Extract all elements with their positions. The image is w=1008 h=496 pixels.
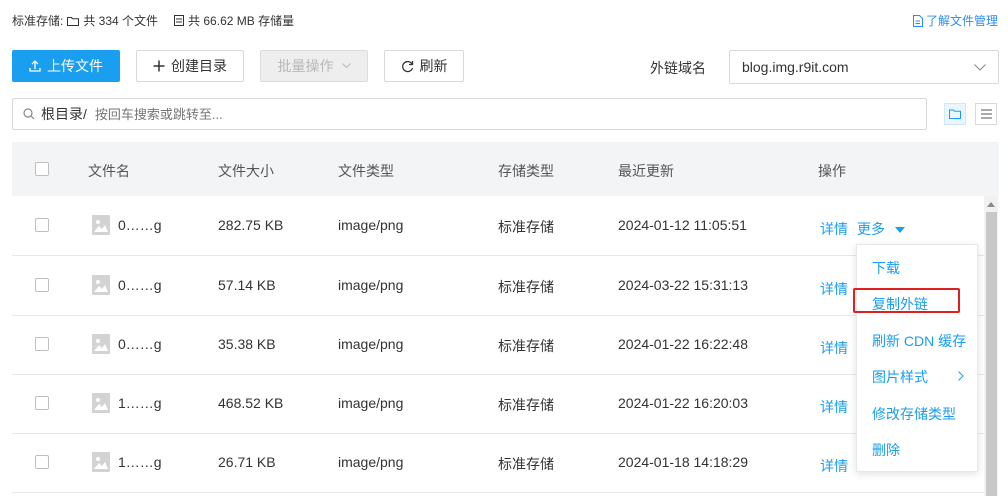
file-count: 共 334 个文件 xyxy=(83,14,159,28)
file-type: image/png xyxy=(338,277,404,293)
detail-link[interactable]: 详情 xyxy=(820,338,848,358)
header-updated: 最近更新 xyxy=(618,163,674,179)
row-checkbox[interactable] xyxy=(35,455,49,469)
upload-button[interactable]: 上传文件 xyxy=(12,50,120,82)
table-header: 文件名 文件大小 文件类型 存储类型 最近更新 操作 xyxy=(12,142,999,196)
file-size: 57.14 KB xyxy=(218,277,276,293)
upload-icon xyxy=(29,60,41,72)
storage-type: 标准存储 xyxy=(498,219,554,235)
file-name[interactable]: 0……g xyxy=(118,277,162,293)
refresh-button[interactable]: 刷新 xyxy=(384,50,464,82)
row-checkbox[interactable] xyxy=(35,218,49,232)
detail-link[interactable]: 详情 xyxy=(820,456,848,476)
search-icon xyxy=(23,108,35,120)
file-name[interactable]: 0……g xyxy=(118,336,162,352)
table-row: 1……g 26.71 KB image/png 标准存储 2024-01-18 … xyxy=(12,433,984,493)
detail-link[interactable]: 详情 xyxy=(820,219,848,239)
storage-type: 标准存储 xyxy=(498,397,554,413)
domain-label: 外链域名 xyxy=(650,60,706,76)
chevron-right-icon xyxy=(958,371,964,381)
image-file-icon xyxy=(92,452,110,472)
menu-item-download[interactable]: 下载 xyxy=(872,258,900,278)
chevron-down-icon xyxy=(974,63,986,71)
storage-type: 标准存储 xyxy=(498,338,554,354)
caret-down-icon xyxy=(894,227,905,233)
plus-icon xyxy=(153,60,165,72)
header-storage: 存储类型 xyxy=(498,163,554,179)
row-checkbox[interactable] xyxy=(35,337,49,351)
row-checkbox[interactable] xyxy=(35,396,49,410)
scroll-up-arrow-icon[interactable] xyxy=(987,201,995,207)
folder-icon xyxy=(949,109,961,119)
more-actions-menu: 下载 复制外链 刷新 CDN 缓存 图片样式 修改存储类型 删除 xyxy=(856,244,978,472)
help-link-label[interactable]: 了解文件管理 xyxy=(926,12,998,29)
file-type: image/png xyxy=(338,217,404,233)
refresh-label: 刷新 xyxy=(419,58,448,74)
storage-size: 共 66.62 MB 存储量 xyxy=(188,14,295,28)
image-file-icon xyxy=(92,334,110,354)
storage-summary: 标准存储: 共 334 个文件 共 66.62 MB 存储量 xyxy=(12,12,294,29)
table-row: 0……g 35.38 KB image/png 标准存储 2024-01-22 … xyxy=(12,315,984,375)
storage-icon xyxy=(174,15,185,26)
file-type: image/png xyxy=(338,395,404,411)
file-name[interactable]: 1……g xyxy=(118,454,162,470)
domain-select[interactable]: blog.img.r9it.com xyxy=(729,50,999,84)
row-checkbox[interactable] xyxy=(35,278,49,292)
path-search-bar[interactable]: 根目录/ xyxy=(12,98,927,130)
list-view-button[interactable] xyxy=(975,103,997,125)
file-name[interactable]: 1……g xyxy=(118,395,162,411)
updated-time: 2024-01-18 14:18:29 xyxy=(618,454,748,470)
image-file-icon xyxy=(92,275,110,295)
more-link[interactable]: 更多 xyxy=(857,219,905,239)
header-type: 文件类型 xyxy=(338,163,394,179)
file-name[interactable]: 0……g xyxy=(118,217,162,233)
updated-time: 2024-03-22 15:31:13 xyxy=(618,277,748,293)
table-row: 0……g 57.14 KB image/png 标准存储 2024-03-22 … xyxy=(12,256,984,316)
updated-time: 2024-01-22 16:20:03 xyxy=(618,395,748,411)
create-directory-button[interactable]: 创建目录 xyxy=(136,50,244,82)
folder-icon xyxy=(67,16,80,26)
upload-label: 上传文件 xyxy=(47,58,103,74)
document-icon xyxy=(912,14,923,27)
select-all-checkbox[interactable] xyxy=(35,162,49,176)
folder-view-button[interactable] xyxy=(944,103,966,125)
list-icon xyxy=(980,109,992,119)
table-row: 0……g 282.75 KB image/png 标准存储 2024-01-12… xyxy=(12,196,984,256)
batch-operations-label: 批量操作 xyxy=(277,58,334,74)
image-file-icon xyxy=(92,215,110,235)
help-link[interactable]: 了解文件管理 xyxy=(912,12,998,29)
highlight-box xyxy=(853,288,960,313)
domain-value: blog.img.r9it.com xyxy=(742,59,849,75)
header-actions: 操作 xyxy=(818,163,846,179)
detail-link[interactable]: 详情 xyxy=(820,397,848,417)
storage-type: 标准存储 xyxy=(498,279,554,295)
updated-time: 2024-01-22 16:22:48 xyxy=(618,336,748,352)
create-directory-label: 创建目录 xyxy=(171,58,227,74)
updated-time: 2024-01-12 11:05:51 xyxy=(618,217,747,233)
file-type: image/png xyxy=(338,336,404,352)
file-size: 26.71 KB xyxy=(218,454,276,470)
storage-type: 标准存储 xyxy=(498,456,554,472)
file-size: 282.75 KB xyxy=(218,217,284,233)
refresh-icon xyxy=(401,60,413,72)
more-label: 更多 xyxy=(857,221,885,237)
chevron-down-icon xyxy=(341,63,351,69)
file-size: 35.38 KB xyxy=(218,336,276,352)
header-name: 文件名 xyxy=(88,163,130,179)
detail-link[interactable]: 详情 xyxy=(820,279,848,299)
current-path: 根目录/ xyxy=(41,106,87,122)
header-size: 文件大小 xyxy=(218,163,274,179)
batch-operations-button[interactable]: 批量操作 xyxy=(260,50,368,82)
search-input[interactable] xyxy=(92,105,697,123)
menu-item-refresh-cdn[interactable]: 刷新 CDN 缓存 xyxy=(872,331,966,351)
image-file-icon xyxy=(92,393,110,413)
scrollbar-thumb[interactable] xyxy=(986,212,997,496)
storage-label: 标准存储: xyxy=(12,14,64,28)
file-size: 468.52 KB xyxy=(218,395,284,411)
menu-item-delete[interactable]: 删除 xyxy=(872,440,900,460)
file-type: image/png xyxy=(338,454,404,470)
table-row: 1……g 468.52 KB image/png 标准存储 2024-01-22… xyxy=(12,374,984,434)
menu-item-change-storage[interactable]: 修改存储类型 xyxy=(872,404,956,424)
menu-item-image-style[interactable]: 图片样式 xyxy=(872,367,928,387)
